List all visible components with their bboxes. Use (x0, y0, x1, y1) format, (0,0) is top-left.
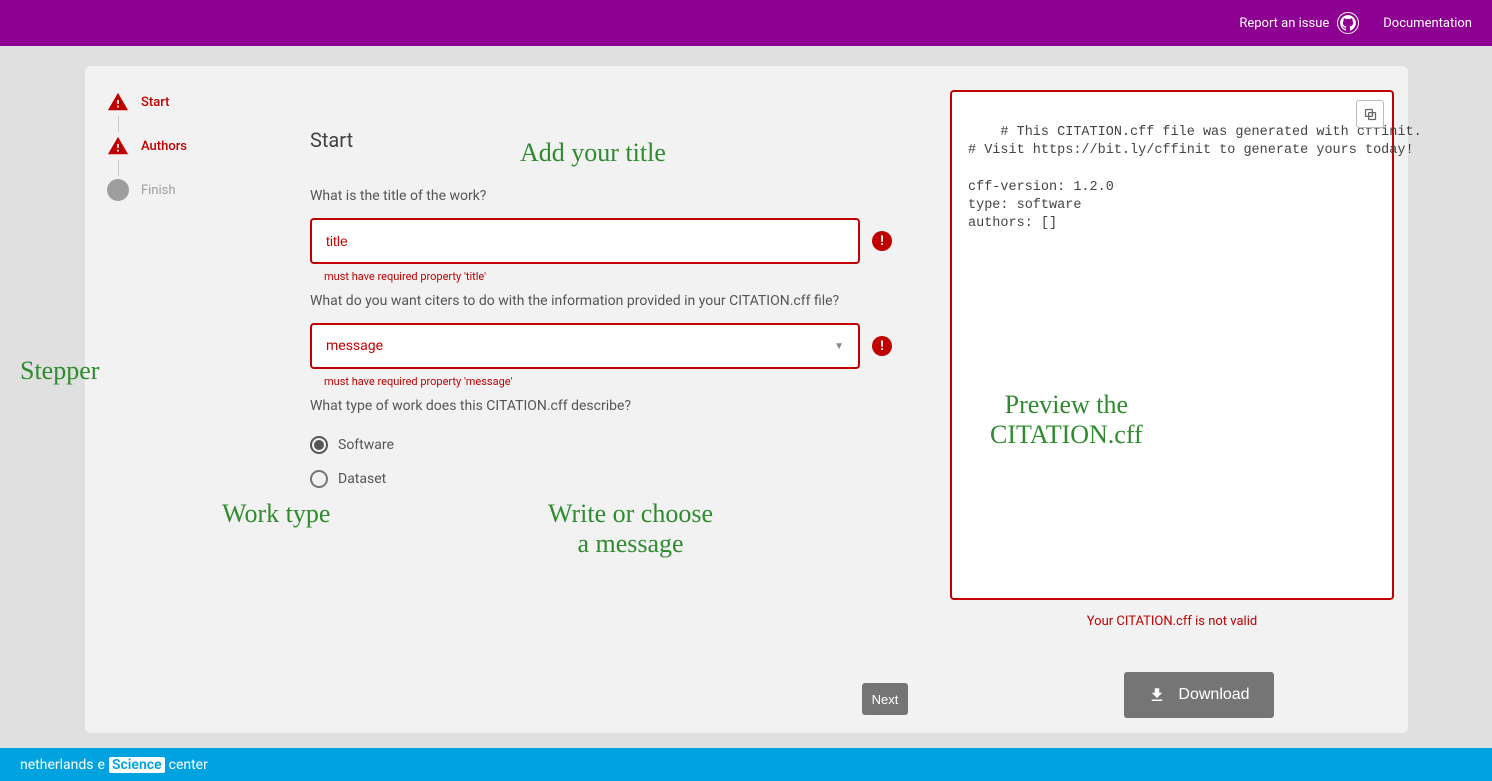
preview-pane: # This CITATION.cff file was generated w… (950, 90, 1394, 600)
message-error: must have required property 'message' (324, 375, 895, 388)
radio-icon (310, 470, 328, 488)
stepper: Start Authors Finish (107, 88, 247, 204)
error-icon: ! (872, 231, 892, 251)
copy-icon (1363, 107, 1378, 122)
github-icon (1337, 12, 1359, 34)
copy-button[interactable] (1356, 100, 1384, 128)
step-label: Start (141, 95, 169, 110)
next-button[interactable]: Next (862, 683, 908, 715)
title-input[interactable] (310, 218, 860, 264)
step-authors[interactable]: Authors (107, 132, 247, 160)
step-connector (118, 160, 119, 176)
footer-part2: Science (109, 757, 165, 773)
circle-icon (107, 179, 129, 201)
message-placeholder: message (326, 338, 383, 354)
footer-letter-e: e (98, 757, 105, 773)
radio-software[interactable]: Software (310, 428, 895, 462)
footer: netherlands eScience center (0, 748, 1492, 781)
warning-icon (107, 135, 129, 157)
message-question: What do you want citers to do with the i… (310, 293, 895, 309)
footer-part1: netherlands (20, 757, 94, 773)
top-bar: Report an issue Documentation (0, 0, 1492, 46)
download-label: Download (1178, 686, 1249, 704)
download-button[interactable]: Download (1124, 672, 1274, 718)
main-card: Start Authors Finish Start What is the t… (85, 66, 1408, 733)
title-question: What is the title of the work? (310, 188, 895, 204)
type-question: What type of work does this CITATION.cff… (310, 398, 895, 414)
message-select[interactable]: message ▼ (310, 323, 860, 369)
radio-label: Dataset (338, 471, 386, 487)
step-label: Authors (141, 139, 187, 154)
error-icon: ! (872, 336, 892, 356)
report-issue-link[interactable]: Report an issue (1239, 12, 1359, 34)
radio-icon (310, 436, 328, 454)
radio-label: Software (338, 437, 394, 453)
step-connector (118, 116, 119, 132)
type-radio-group: Software Dataset (310, 428, 895, 496)
step-start[interactable]: Start (107, 88, 247, 116)
documentation-link[interactable]: Documentation (1383, 16, 1472, 31)
step-label: Finish (141, 183, 176, 198)
footer-part3: center (169, 757, 208, 773)
report-issue-label: Report an issue (1239, 16, 1329, 31)
warning-icon (107, 91, 129, 113)
radio-dataset[interactable]: Dataset (310, 462, 895, 496)
preview-text: # This CITATION.cff file was generated w… (968, 125, 1422, 231)
page-title: Start (310, 128, 895, 152)
preview-status: Your CITATION.cff is not valid (950, 614, 1394, 629)
title-error: must have required property 'title' (324, 270, 895, 283)
step-finish[interactable]: Finish (107, 176, 247, 204)
chevron-down-icon: ▼ (834, 341, 844, 352)
download-icon (1148, 686, 1166, 704)
form-area: Start What is the title of the work? ! m… (310, 128, 895, 496)
documentation-label: Documentation (1383, 16, 1472, 31)
